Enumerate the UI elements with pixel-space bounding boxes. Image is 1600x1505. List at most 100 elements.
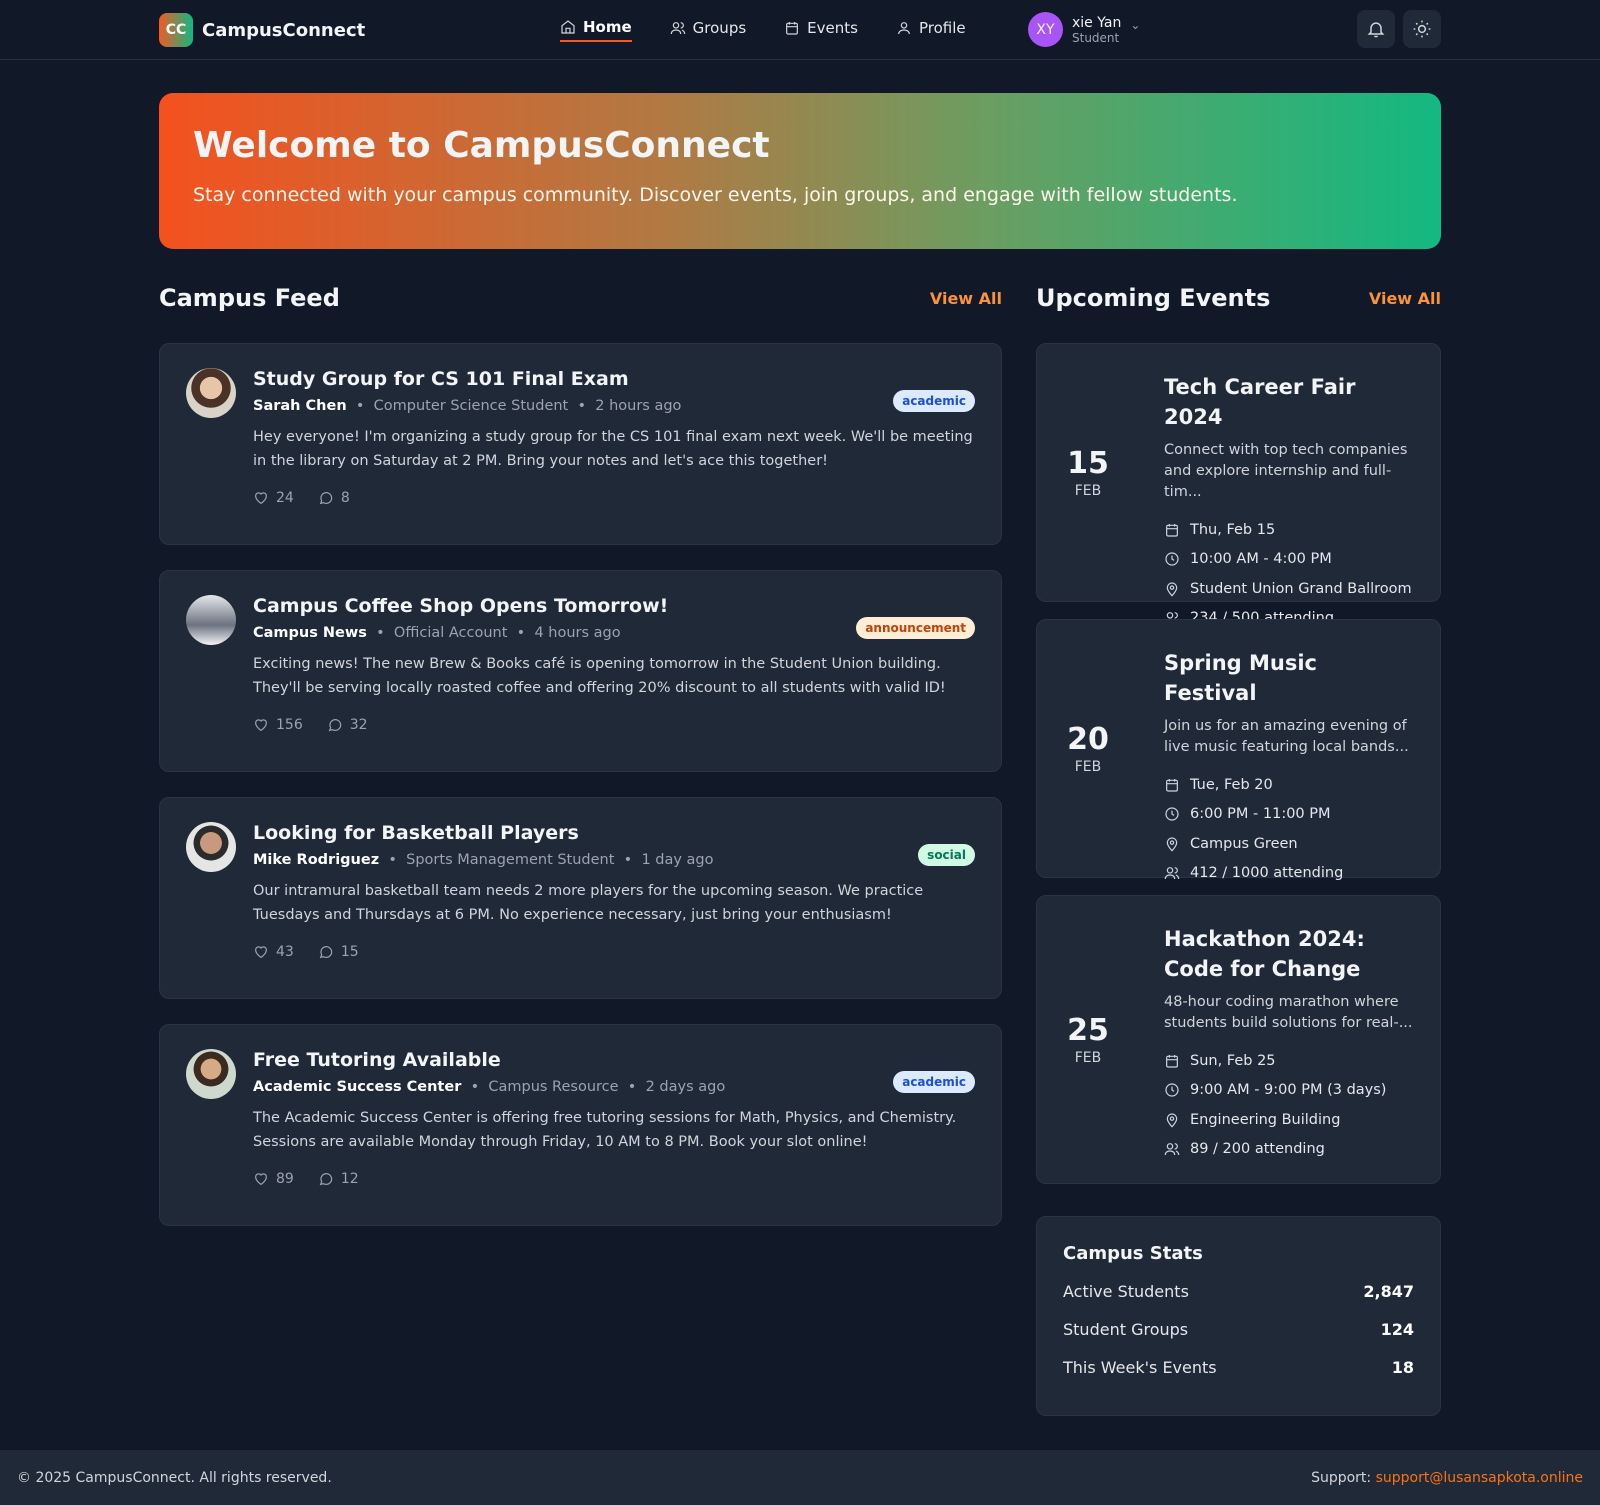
users-icon [1164, 867, 1180, 880]
calendar-icon [1166, 523, 1178, 537]
welcome-banner: Welcome to CampusConnect Stay connected … [159, 93, 1441, 249]
post-author-role: Sports Management Student [406, 852, 615, 868]
stat-value: 18 [1391, 1358, 1414, 1377]
feed-header: Campus Feed View All [159, 284, 1002, 312]
post-author-role: Campus Resource [488, 1079, 619, 1095]
location-icon [1166, 1113, 1178, 1128]
post-title[interactable]: Looking for Basketball Players [253, 822, 975, 844]
stat-value: 2,847 [1363, 1282, 1414, 1301]
heart-icon [255, 946, 267, 959]
avatar: XY [1028, 12, 1063, 47]
stats-title: Campus Stats [1063, 1243, 1203, 1264]
logo-name: CampusConnect [202, 19, 366, 41]
comment-button[interactable]: 8 [318, 490, 350, 506]
event-time-text: 10:00 AM - 4:00 PM [1190, 551, 1332, 568]
event-title[interactable]: Hackathon 2024: Code for Change [1164, 924, 1414, 984]
feed-title: Campus Feed [159, 284, 340, 312]
like-button[interactable]: 43 [253, 944, 294, 960]
bell-icon [1367, 22, 1385, 38]
heart-icon [255, 492, 267, 505]
event-location-text: Engineering Building [1190, 1111, 1341, 1128]
event-time: 9:00 AM - 9:00 PM (3 days) [1164, 1076, 1414, 1106]
event-date-text: Thu, Feb 15 [1190, 521, 1276, 538]
comment-icon [328, 719, 341, 732]
theme-toggle-button[interactable] [1403, 10, 1441, 48]
like-button[interactable]: 156 [253, 717, 303, 733]
event-card[interactable]: 15 FEB Tech Career Fair 2024 Connect with… [1036, 343, 1441, 626]
post-author-role: Computer Science Student [373, 398, 569, 414]
heart-icon [255, 1173, 267, 1186]
post-tag-badge: social [918, 844, 975, 866]
post-title[interactable]: Free Tutoring Available [253, 1049, 975, 1071]
event-date: Sun, Feb 25 [1164, 1046, 1414, 1076]
like-button[interactable]: 89 [253, 1171, 294, 1187]
event-card[interactable]: 25 FEB Hackathon 2024: Code for Change 48… [1036, 895, 1441, 1184]
event-attendance-text: 89 / 200 attending [1190, 1141, 1325, 1158]
event-month: FEB [1074, 483, 1102, 499]
heart-icon [255, 719, 267, 732]
stat-row: Student Groups 124 [1063, 1320, 1414, 1358]
feed-post[interactable]: announcement Campus Coffee Shop Opens To… [159, 570, 1002, 772]
support-email-link[interactable]: support@lusansapkota.online [1376, 1470, 1583, 1486]
post-author[interactable]: Sarah Chen [253, 398, 347, 414]
notifications-button[interactable] [1357, 10, 1395, 48]
post-author[interactable]: Campus News [253, 625, 367, 641]
event-attendance-text: 412 / 1000 attending [1190, 865, 1344, 882]
feed-post[interactable]: academic Free Tutoring Available Academi… [159, 1024, 1002, 1226]
nav-home[interactable]: Home [560, 18, 632, 42]
author-avatar [186, 822, 236, 872]
post-time: 2 days ago [645, 1079, 726, 1095]
event-location: Campus Green [1164, 829, 1414, 859]
post-author[interactable]: Academic Success Center [253, 1079, 461, 1095]
logo[interactable]: CC CampusConnect [159, 13, 365, 47]
post-title[interactable]: Campus Coffee Shop Opens Tomorrow! [253, 595, 975, 617]
post-text: The Academic Success Center is offering … [253, 1110, 957, 1150]
event-title[interactable]: Spring Music Festival [1164, 648, 1414, 708]
comment-button[interactable]: 15 [318, 944, 359, 960]
users-icon [670, 22, 685, 35]
nav-events-label: Events [807, 19, 858, 37]
comment-button[interactable]: 12 [318, 1171, 359, 1187]
clock-icon [1165, 1083, 1179, 1097]
copyright: © 2025 CampusConnect. All rights reserve… [17, 1469, 332, 1486]
post-title[interactable]: Study Group for CS 101 Final Exam [253, 368, 975, 390]
feed-view-all-link[interactable]: View All [930, 289, 1002, 308]
event-time: 6:00 PM - 11:00 PM [1164, 800, 1414, 830]
event-location: Engineering Building [1164, 1105, 1414, 1135]
event-description: 48-hour coding marathon where students b… [1164, 994, 1413, 1031]
event-date-block: 25 FEB [1037, 896, 1139, 1183]
feed-post[interactable]: social Looking for Basketball Players Mi… [159, 797, 1002, 999]
event-card[interactable]: 20 FEB Spring Music Festival Join us for … [1036, 619, 1441, 881]
user-menu[interactable]: XY xie Yan Student ⌄ [1028, 12, 1140, 47]
comment-icon [319, 1173, 333, 1186]
event-title[interactable]: Tech Career Fair 2024 [1164, 372, 1414, 432]
like-button[interactable]: 24 [253, 490, 294, 506]
nav-profile-label: Profile [918, 19, 966, 37]
event-day: 25 [1067, 1013, 1109, 1048]
event-description: Join us for an amazing evening of live m… [1164, 718, 1409, 755]
event-attendance: 412 / 1000 attending [1164, 859, 1414, 889]
stat-label: This Week's Events [1063, 1358, 1217, 1377]
comment-button[interactable]: 32 [327, 717, 368, 733]
user-role: Student [1072, 30, 1120, 45]
event-description: Connect with top tech companies and expl… [1164, 442, 1408, 500]
events-view-all-link[interactable]: View All [1369, 289, 1441, 308]
location-icon [1166, 582, 1178, 597]
event-location: Student Union Grand Ballroom [1164, 574, 1414, 604]
stat-label: Student Groups [1063, 1320, 1189, 1339]
welcome-subtitle: Stay connected with your campus communit… [193, 184, 1238, 206]
post-author[interactable]: Mike Rodriguez [253, 852, 379, 868]
nav-groups[interactable]: Groups [670, 18, 746, 42]
comment-count: 8 [340, 490, 350, 506]
event-date-text: Sun, Feb 25 [1190, 1052, 1276, 1069]
feed-post[interactable]: academic Study Group for CS 101 Final Ex… [159, 343, 1002, 545]
nav-profile[interactable]: Profile [896, 18, 966, 42]
nav-events[interactable]: Events [784, 18, 858, 42]
comment-icon [319, 492, 333, 505]
post-time: 2 hours ago [595, 398, 682, 414]
post-time: 4 hours ago [534, 625, 621, 641]
stat-row: This Week's Events 18 [1063, 1358, 1414, 1396]
like-count: 43 [276, 944, 294, 960]
event-date: Thu, Feb 15 [1164, 515, 1414, 545]
post-tag-badge: announcement [856, 617, 975, 639]
